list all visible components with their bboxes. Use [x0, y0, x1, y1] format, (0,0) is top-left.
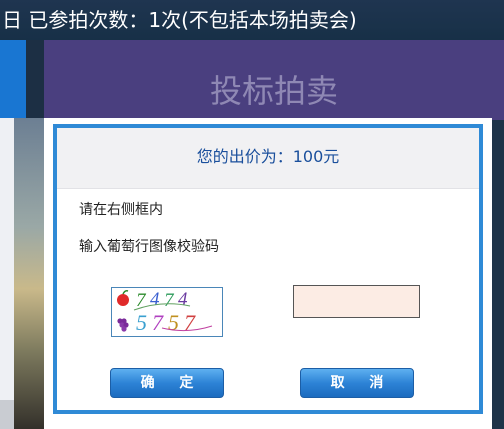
svg-text:4: 4 — [150, 289, 160, 310]
instruction-line-1: 请在右侧框内 — [79, 202, 163, 218]
left-side-panel — [0, 118, 14, 400]
captcha-glyphs: 7 4 7 4 5 7 5 7 — [136, 289, 196, 335]
bid-confirm-dialog: 您的出价为：100元 请在右侧框内 输入葡萄行图像校验码 7 4 7 4 5 7… — [53, 124, 483, 414]
svg-text:7: 7 — [164, 290, 175, 311]
dialog-title: 您的出价为：100元 — [196, 147, 340, 166]
grape-icon — [117, 318, 129, 332]
cancel-button[interactable]: 取 消 — [300, 368, 414, 398]
captcha-image[interactable]: 7 4 7 4 5 7 5 7 — [111, 287, 223, 337]
apple-icon — [117, 290, 129, 306]
left-background-image — [14, 118, 44, 429]
svg-text:7: 7 — [184, 310, 196, 335]
svg-text:5: 5 — [136, 310, 147, 335]
auction-count-text: 日 已参拍次数：1次(不包括本场拍卖会) — [2, 8, 357, 32]
captcha-input[interactable] — [293, 285, 420, 318]
left-bottom-panel — [0, 400, 14, 429]
svg-text:4: 4 — [178, 289, 188, 310]
instruction-line-2: 输入葡萄行图像校验码 — [79, 239, 219, 255]
right-edge-background — [492, 120, 504, 429]
page-title: 投标拍卖 — [210, 72, 339, 110]
dialog-header: 您的出价为：100元 — [57, 128, 479, 189]
auction-status-bar: 日 已参拍次数：1次(不包括本场拍卖会) — [0, 0, 504, 40]
svg-text:7: 7 — [152, 310, 164, 335]
left-blue-strip — [0, 40, 26, 118]
confirm-button[interactable]: 确 定 — [110, 368, 224, 398]
svg-text:5: 5 — [168, 310, 179, 335]
